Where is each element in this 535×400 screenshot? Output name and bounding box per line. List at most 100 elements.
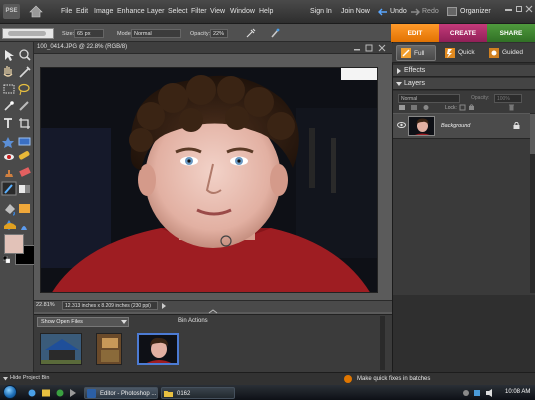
maximize-icon[interactable] <box>516 6 522 12</box>
layer-opacity-field[interactable]: 100% <box>494 94 522 103</box>
default-colors-icon[interactable] <box>3 256 10 263</box>
organizer-button[interactable]: Organizer <box>460 8 491 15</box>
move-tool-icon <box>5 50 14 61</box>
red-eye-tool-icon <box>4 154 14 160</box>
trash-icon[interactable] <box>508 104 515 111</box>
size-field[interactable]: 65 px <box>74 29 104 38</box>
layers-palette-header[interactable]: Layers <box>393 78 535 90</box>
menu-select[interactable]: Select <box>168 8 187 15</box>
menu-window[interactable]: Window <box>230 8 255 15</box>
tab-edit[interactable]: EDIT <box>391 24 439 43</box>
zoom-tool-icon <box>19 49 31 61</box>
lock-icon <box>513 122 520 129</box>
foreground-color-swatch[interactable] <box>4 234 24 254</box>
gradient-tool-icon <box>19 185 30 193</box>
hand-tool-icon <box>3 66 13 77</box>
quick-fix-tip[interactable]: Make quick fixes in batches <box>357 376 430 382</box>
mode-select[interactable]: Normal <box>131 29 181 38</box>
brush-stroke-preview <box>8 31 46 36</box>
app-logo: PSE <box>3 4 20 19</box>
full-edit-icon <box>401 48 411 58</box>
crop-tool-icon <box>19 118 30 129</box>
tool-icons <box>1 49 31 230</box>
document-size-info[interactable]: 12.313 inches x 8.209 inches (230 ppi) <box>62 301 158 310</box>
close-icon[interactable] <box>525 5 533 13</box>
eye-icon[interactable] <box>397 122 406 128</box>
redo-button[interactable]: Redo <box>422 8 439 15</box>
undo-icon[interactable] <box>378 8 388 16</box>
tab-create[interactable]: CREATE <box>439 24 487 43</box>
join-now-link[interactable]: Join Now <box>341 8 370 15</box>
mode-label: Mode: <box>117 31 133 37</box>
bin-actions-menu[interactable]: Bin Actions <box>178 318 208 324</box>
thumbnail-image <box>97 334 121 364</box>
menu-file[interactable]: File <box>61 8 72 15</box>
effects-palette-header[interactable]: Effects <box>393 65 535 77</box>
magic-wand-tool-icon <box>4 101 14 111</box>
menu-help[interactable]: Help <box>259 8 273 15</box>
size-label: Size: <box>62 31 75 37</box>
portrait-photo <box>41 68 377 292</box>
quick-fix-icon <box>445 48 455 58</box>
expand-arrow-icon[interactable] <box>396 68 402 74</box>
airbrush-icon[interactable] <box>246 28 256 38</box>
layers-scrollbar-thumb[interactable] <box>530 114 535 154</box>
layer-opacity-label: Opacity: <box>471 95 490 101</box>
opacity-field[interactable]: 22% <box>210 29 228 38</box>
eraser-tool-icon <box>19 167 31 177</box>
thumbnail-image <box>41 334 81 364</box>
collapse-arrow-icon[interactable] <box>396 81 402 87</box>
lock-options-icons[interactable] <box>459 104 483 111</box>
status-menu-arrow-icon[interactable] <box>160 302 168 310</box>
project-bin-show-select[interactable]: Show Open Files <box>37 317 129 327</box>
pencil-tool-icon[interactable] <box>3 220 17 230</box>
blend-mode-select[interactable]: Normal <box>398 94 460 103</box>
cookie-cutter-tool-icon <box>2 137 14 148</box>
thumbnail-1[interactable] <box>40 333 82 365</box>
layer-thumbnail-image <box>409 117 434 135</box>
healing-brush-tool-icon <box>18 151 30 160</box>
tablet-options-icon[interactable] <box>270 28 280 38</box>
minimize-icon[interactable] <box>505 9 512 11</box>
start-button[interactable] <box>3 385 17 399</box>
hide-project-bin-toggle[interactable]: Hide Project Bin <box>10 375 49 381</box>
menu-view[interactable]: View <box>210 8 225 15</box>
photoshop-elements-icon <box>87 389 96 398</box>
triangle-down-icon[interactable] <box>3 376 8 381</box>
guided-edit-icon <box>489 48 499 58</box>
undo-button[interactable]: Undo <box>390 8 407 15</box>
bottom-status-strip <box>0 372 535 385</box>
menu-edit[interactable]: Edit <box>76 8 88 15</box>
home-icon[interactable] <box>29 5 43 18</box>
quick-launch-icons[interactable] <box>28 388 78 398</box>
thumbnail-3-selected[interactable] <box>137 333 179 365</box>
zoom-level: 22.81% <box>36 302 55 308</box>
photo-canvas[interactable] <box>40 67 378 293</box>
system-tray-icons[interactable] <box>462 388 500 398</box>
straighten-tool-icon <box>18 137 31 146</box>
redo-icon[interactable] <box>410 8 420 16</box>
menu-enhance[interactable]: Enhance <box>117 8 145 15</box>
folder-icon <box>164 391 173 397</box>
menu-filter[interactable]: Filter <box>191 8 207 15</box>
chevron-down-icon[interactable] <box>121 319 127 325</box>
document-window-controls[interactable] <box>352 44 388 52</box>
lasso-tool-icon <box>18 83 30 96</box>
shape-tool-icon <box>19 204 30 213</box>
sign-in-link[interactable]: Sign In <box>310 8 332 15</box>
organizer-icon[interactable] <box>447 7 457 16</box>
layer-action-icons[interactable] <box>398 104 434 111</box>
document-title: 100_0414.JPG @ 22.8% (RGB/8) <box>37 44 128 50</box>
sponge-tool-icon <box>21 226 27 230</box>
menu-image[interactable]: Image <box>94 8 113 15</box>
bin-scrollbar[interactable] <box>380 316 385 370</box>
tab-share[interactable]: SHARE <box>487 24 535 43</box>
clone-stamp-tool-icon <box>5 170 13 177</box>
menu-layer[interactable]: Layer <box>147 8 165 15</box>
thumbnail-2[interactable] <box>96 333 122 365</box>
taskbar-clock: 10:08 AM <box>505 389 531 395</box>
quick-selection-tool-icon <box>19 101 29 111</box>
lock-label: Lock: <box>445 105 457 111</box>
quick-fix-tip-icon <box>344 375 352 383</box>
windows-taskbar <box>0 385 535 400</box>
